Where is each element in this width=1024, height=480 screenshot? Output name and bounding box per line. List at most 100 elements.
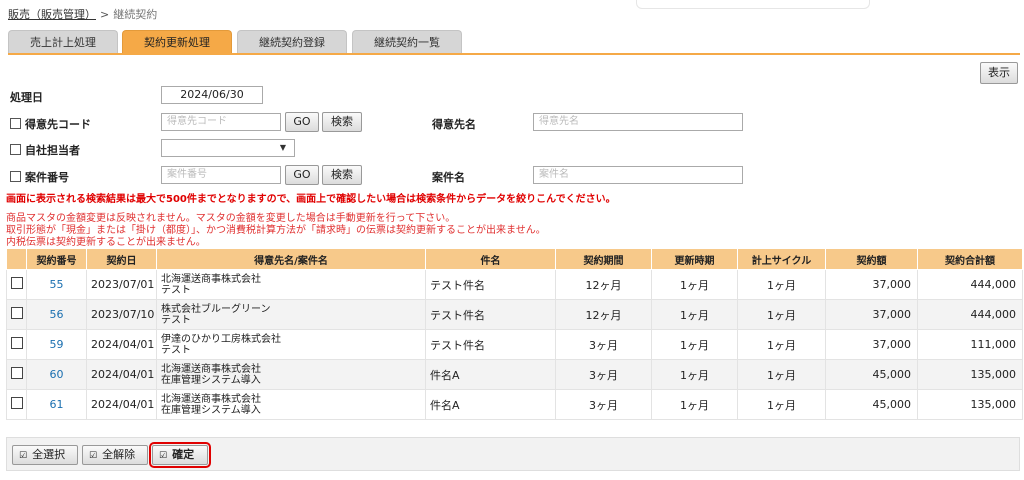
project-name: 在庫管理システム導入 — [161, 404, 261, 416]
row-checkbox-cell[interactable] — [6, 389, 27, 420]
row-checkbox[interactable] — [11, 397, 23, 409]
project-no-label: 案件番号 — [10, 169, 69, 185]
contract-table: 契約番号 契約日 得意先名/案件名 件名 契約期間 更新時期 計上サイクル 契約… — [6, 248, 1023, 420]
customer-code-go-button[interactable]: GO — [285, 112, 319, 132]
customer-name: 北海運送商事株式会社 — [161, 363, 261, 375]
tab-underline — [8, 53, 1020, 55]
header-decoration — [636, 0, 870, 9]
select-all-button[interactable]: ☑ 全選択 — [12, 445, 78, 465]
project-no-checkbox[interactable] — [10, 171, 21, 182]
customer-project-cell: 北海運送商事株式会社 テスト — [156, 269, 426, 300]
table-row: 60 2024/04/01 北海運送商事株式会社 在庫管理システム導入 件名A 3… — [6, 359, 1023, 390]
posting-cycle: 1ヶ月 — [737, 359, 826, 390]
customer-code-checkbox[interactable] — [10, 118, 21, 129]
subject: 件名A — [425, 389, 556, 420]
subject: テスト件名 — [425, 299, 556, 330]
deselect-all-label: 全解除 — [102, 448, 136, 461]
customer-code-search-button[interactable]: 検索 — [322, 112, 362, 132]
confirm-label: 確定 — [172, 448, 195, 461]
contract-total: 111,000 — [917, 329, 1023, 360]
customer-project-cell: 伊達のひかり工房株式会社 テスト — [156, 329, 426, 360]
display-button[interactable]: 表示 — [980, 62, 1018, 84]
contract-no-link[interactable]: 60 — [26, 359, 87, 390]
row-checkbox[interactable] — [11, 307, 23, 319]
customer-name-input[interactable]: 得意先名 — [533, 113, 743, 131]
process-date-input[interactable]: 2024/06/30 — [161, 86, 263, 104]
subject: テスト件名 — [425, 269, 556, 300]
header-contract-date: 契約日 — [86, 248, 157, 270]
contract-amount: 37,000 — [825, 269, 918, 300]
contract-no-link[interactable]: 55 — [26, 269, 87, 300]
contract-date: 2023/07/01 — [86, 269, 157, 300]
row-checkbox-cell[interactable] — [6, 269, 27, 300]
renewal-timing: 1ヶ月 — [651, 329, 738, 360]
table-row: 59 2024/04/01 伊達のひかり工房株式会社 テスト テスト件名 3ヶ月 … — [6, 329, 1023, 360]
note-tax-included: 内税伝票は契約更新することが出来ません。 — [6, 237, 206, 248]
row-checkbox-cell[interactable] — [6, 329, 27, 360]
contract-amount: 37,000 — [825, 329, 918, 360]
staff-checkbox[interactable] — [10, 144, 21, 155]
process-date-label: 処理日 — [10, 91, 43, 104]
contract-period: 12ヶ月 — [555, 269, 652, 300]
contract-period: 12ヶ月 — [555, 299, 652, 330]
header-amount: 契約額 — [825, 248, 918, 270]
renewal-timing: 1ヶ月 — [651, 389, 738, 420]
project-no-label-text: 案件番号 — [25, 171, 69, 184]
contract-total: 135,000 — [917, 359, 1023, 390]
staff-label: 自社担当者 — [10, 142, 80, 158]
project-name-label: 案件名 — [432, 171, 465, 184]
project-no-input[interactable]: 案件番号 — [161, 166, 281, 184]
confirm-button[interactable]: ☑ 確定 — [149, 442, 211, 468]
customer-name: 北海運送商事株式会社 — [161, 273, 261, 285]
contract-no-link[interactable]: 61 — [26, 389, 87, 420]
staff-select[interactable]: ▼ — [161, 139, 295, 157]
table-row: 61 2024/04/01 北海運送商事株式会社 在庫管理システム導入 件名A 3… — [6, 389, 1023, 420]
row-checkbox-cell[interactable] — [6, 359, 27, 390]
table-header-row: 契約番号 契約日 得意先名/案件名 件名 契約期間 更新時期 計上サイクル 契約… — [6, 248, 1023, 270]
project-name: 在庫管理システム導入 — [161, 374, 261, 386]
project-no-go-button[interactable]: GO — [285, 165, 319, 185]
action-bar: ☑ 全選択 ☑ 全解除 ☑ 確定 — [6, 437, 1020, 471]
contract-no-link[interactable]: 56 — [26, 299, 87, 330]
contract-amount: 45,000 — [825, 359, 918, 390]
breadcrumb-separator: > — [100, 8, 110, 21]
posting-cycle: 1ヶ月 — [737, 269, 826, 300]
select-all-label: 全選択 — [32, 448, 66, 461]
checkbox-icon: ☑ — [89, 451, 98, 461]
customer-code-label: 得意先コード — [10, 116, 91, 132]
project-name: テスト — [161, 284, 191, 296]
header-total-amount: 契約合計額 — [917, 248, 1023, 270]
tab-contract-registration[interactable]: 継続契約登録 — [237, 30, 347, 54]
customer-code-input[interactable]: 得意先コード — [161, 113, 281, 131]
row-checkbox[interactable] — [11, 337, 23, 349]
row-checkbox-cell[interactable] — [6, 299, 27, 330]
contract-no-link[interactable]: 59 — [26, 329, 87, 360]
tab-sales-posting[interactable]: 売上計上処理 — [8, 30, 118, 54]
table-row: 55 2023/07/01 北海運送商事株式会社 テスト テスト件名 12ヶ月 1… — [6, 269, 1023, 300]
header-subject: 件名 — [425, 248, 556, 270]
subject: 件名A — [425, 359, 556, 390]
customer-name-label: 得意先名 — [432, 118, 476, 131]
project-no-search-button[interactable]: 検索 — [322, 165, 362, 185]
row-checkbox[interactable] — [11, 277, 23, 289]
customer-name: 伊達のひかり工房株式会社 — [161, 333, 281, 345]
renewal-timing: 1ヶ月 — [651, 299, 738, 330]
customer-project-cell: 株式会社ブルーグリーン テスト — [156, 299, 426, 330]
chevron-down-icon: ▼ — [279, 143, 286, 152]
contract-date: 2024/04/01 — [86, 359, 157, 390]
contract-total: 444,000 — [917, 269, 1023, 300]
row-checkbox[interactable] — [11, 367, 23, 379]
project-name-input[interactable]: 案件名 — [533, 166, 743, 184]
contract-amount: 45,000 — [825, 389, 918, 420]
breadcrumb-current: 継続契約 — [113, 8, 158, 21]
tab-contract-list[interactable]: 継続契約一覧 — [352, 30, 462, 54]
deselect-all-button[interactable]: ☑ 全解除 — [82, 445, 148, 465]
breadcrumb-parent-link[interactable]: 販売（販売管理） — [8, 8, 96, 21]
project-name: テスト — [161, 344, 191, 356]
tab-contract-renewal[interactable]: 契約更新処理 — [122, 30, 232, 54]
checkbox-icon: ☑ — [159, 451, 168, 461]
customer-name: 株式会社ブルーグリーン — [161, 303, 271, 315]
renewal-timing: 1ヶ月 — [651, 359, 738, 390]
customer-project-cell: 北海運送商事株式会社 在庫管理システム導入 — [156, 389, 426, 420]
contract-date: 2024/04/01 — [86, 389, 157, 420]
